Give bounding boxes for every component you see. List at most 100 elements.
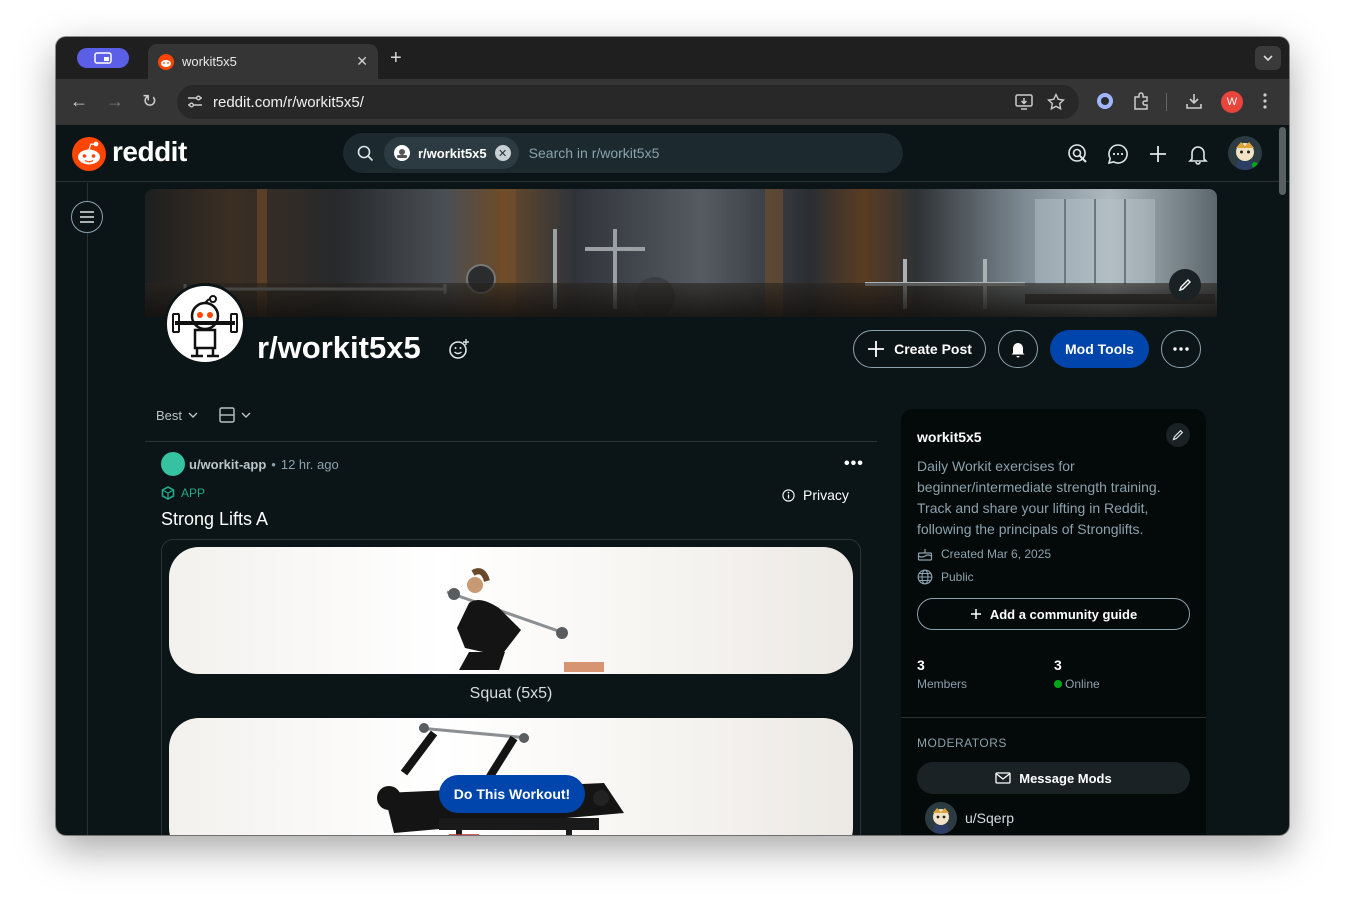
post-author-avatar[interactable]: [161, 452, 185, 476]
left-rail-divider: [87, 183, 88, 835]
search-input[interactable]: Search in r/workit5x5: [529, 145, 660, 161]
post-author-link[interactable]: u/workit-app: [189, 457, 266, 472]
guide-button-label: Add a community guide: [989, 606, 1138, 622]
community-avatar[interactable]: [164, 283, 246, 365]
add-community-guide-button[interactable]: Add a community guide: [917, 598, 1190, 630]
create-post-button[interactable]: Create Post: [853, 330, 986, 368]
puzzle-extensions-icon[interactable]: [1132, 92, 1150, 110]
community-banner: [145, 189, 1217, 317]
cake-icon: [917, 549, 933, 561]
sidebar-divider: [901, 717, 1206, 718]
tab-close-icon[interactable]: ✕: [356, 53, 368, 70]
app-tag-label: APP: [181, 486, 206, 500]
sidebar-community-name: workit5x5: [917, 429, 982, 445]
search-chip-label: r/workit5x5: [418, 145, 487, 161]
feed-divider: [145, 441, 877, 442]
kebab-menu-icon[interactable]: [1262, 92, 1268, 110]
online-stat: Online: [1054, 677, 1100, 691]
privacy-label: Privacy: [803, 487, 849, 503]
moderator-entry[interactable]: u/Sqerp: [925, 802, 1014, 834]
plus-icon: [868, 341, 885, 357]
address-bar[interactable]: reddit.com/r/workit5x5/: [177, 85, 1079, 119]
snoo-lifter-icon: [172, 295, 238, 358]
forward-button[interactable]: →: [106, 91, 124, 111]
pencil-icon: [1172, 429, 1184, 441]
back-button[interactable]: ←: [70, 91, 88, 111]
plus-icon: [970, 609, 981, 619]
post-time: 12 hr. ago: [280, 456, 339, 472]
bookmark-star-icon[interactable]: [1047, 93, 1065, 111]
moderator-name: u/Sqerp: [965, 810, 1015, 826]
extension-badge-icon[interactable]: [1096, 92, 1114, 110]
reload-button[interactable]: ↻: [142, 91, 157, 111]
profile-pill[interactable]: [77, 48, 129, 68]
feed-sort-bar: Best: [156, 407, 251, 423]
install-app-icon[interactable]: [1015, 94, 1033, 110]
online-count: 3: [1054, 657, 1062, 673]
clear-chip-icon[interactable]: ✕: [494, 145, 511, 161]
user-avatar[interactable]: [1228, 136, 1262, 170]
browser-toolbar: ← → ↻ reddit.com/r/workit5x5/ W: [56, 79, 1289, 125]
expand-nav-button[interactable]: [71, 201, 103, 233]
notification-bell-button[interactable]: [998, 330, 1038, 368]
tab-strip: workit5x5 ✕ +: [56, 37, 1289, 79]
reddit-favicon-icon: [158, 53, 174, 70]
edit-banner-button[interactable]: [1169, 269, 1201, 301]
window-icon: [94, 52, 112, 64]
browser-window: workit5x5 ✕ + ← → ↻ reddit.com/r/workit5…: [56, 37, 1289, 835]
visibility-label: Public: [941, 570, 974, 584]
post-title[interactable]: Strong Lifts A: [161, 509, 268, 530]
community-more-button[interactable]: [1161, 330, 1201, 368]
post-overflow-menu[interactable]: •••: [844, 455, 864, 473]
privacy-link[interactable]: Privacy: [782, 487, 849, 503]
active-tab[interactable]: workit5x5 ✕: [148, 44, 378, 79]
create-post-plus-icon[interactable]: [1147, 143, 1169, 165]
new-tab-button[interactable]: +: [390, 47, 402, 69]
notifications-bell-icon[interactable]: [1187, 143, 1209, 165]
app-tag: APP: [161, 486, 205, 500]
created-row: Created Mar 6, 2025: [917, 547, 1051, 561]
do-this-workout-button[interactable]: Do This Workout!: [439, 775, 585, 813]
post-time-sep: •: [271, 456, 276, 472]
reddit-logo-icon[interactable]: [72, 137, 106, 171]
search-bar[interactable]: r/workit5x5 ✕ Search in r/workit5x5: [343, 133, 903, 173]
download-icon[interactable]: [1185, 92, 1203, 110]
post-meta: u/workit-app • 12 hr. ago: [161, 452, 339, 476]
globe-icon: [917, 569, 933, 585]
exercise-label: Squat (5x5): [469, 685, 553, 702]
add-emoji-icon[interactable]: [448, 338, 470, 360]
banner-floor: [145, 283, 1217, 317]
mod-tools-button[interactable]: Mod Tools: [1050, 330, 1149, 368]
search-icon: [357, 145, 374, 161]
workit-app-embed: Squat (5x5) Do This Workout!: [161, 539, 861, 835]
page-scrollbar[interactable]: [1279, 127, 1286, 195]
reddit-wordmark[interactable]: reddit: [112, 136, 187, 168]
reddit-header: reddit r/workit5x5 ✕ Search in r/workit5…: [56, 125, 1289, 182]
message-mods-button[interactable]: Message Mods: [917, 762, 1190, 794]
toolbar-separator: [1166, 93, 1167, 111]
community-sidebar: workit5x5 Daily Workit exercises for beg…: [901, 409, 1206, 835]
mail-icon: [995, 772, 1011, 784]
tab-search-button[interactable]: [1255, 46, 1281, 70]
search-scope-chip[interactable]: r/workit5x5 ✕: [384, 137, 519, 169]
app-cube-icon: [161, 486, 175, 500]
message-mods-label: Message Mods: [1019, 770, 1112, 786]
sort-dropdown[interactable]: Best: [156, 408, 182, 423]
online-dot-icon: [1054, 680, 1062, 688]
snoo-avatar-icon: [1236, 142, 1258, 170]
members-count: 3: [917, 657, 925, 673]
chevron-down-icon: [241, 412, 251, 418]
members-label: Members: [917, 677, 968, 691]
edit-community-button[interactable]: [1166, 423, 1190, 447]
squat-exercise-image[interactable]: [169, 547, 853, 674]
profile-avatar[interactable]: W: [1221, 91, 1243, 113]
view-layout-icon[interactable]: [219, 407, 235, 423]
chat-icon[interactable]: [1107, 143, 1129, 165]
subreddit-chip-icon: [394, 145, 410, 161]
squat-figure-graphic: [446, 568, 604, 672]
online-label: Online: [1065, 677, 1100, 691]
visibility-row: Public: [917, 569, 974, 585]
create-post-label: Create Post: [894, 341, 972, 357]
advertise-icon[interactable]: [1067, 143, 1089, 165]
info-icon: [782, 488, 795, 502]
